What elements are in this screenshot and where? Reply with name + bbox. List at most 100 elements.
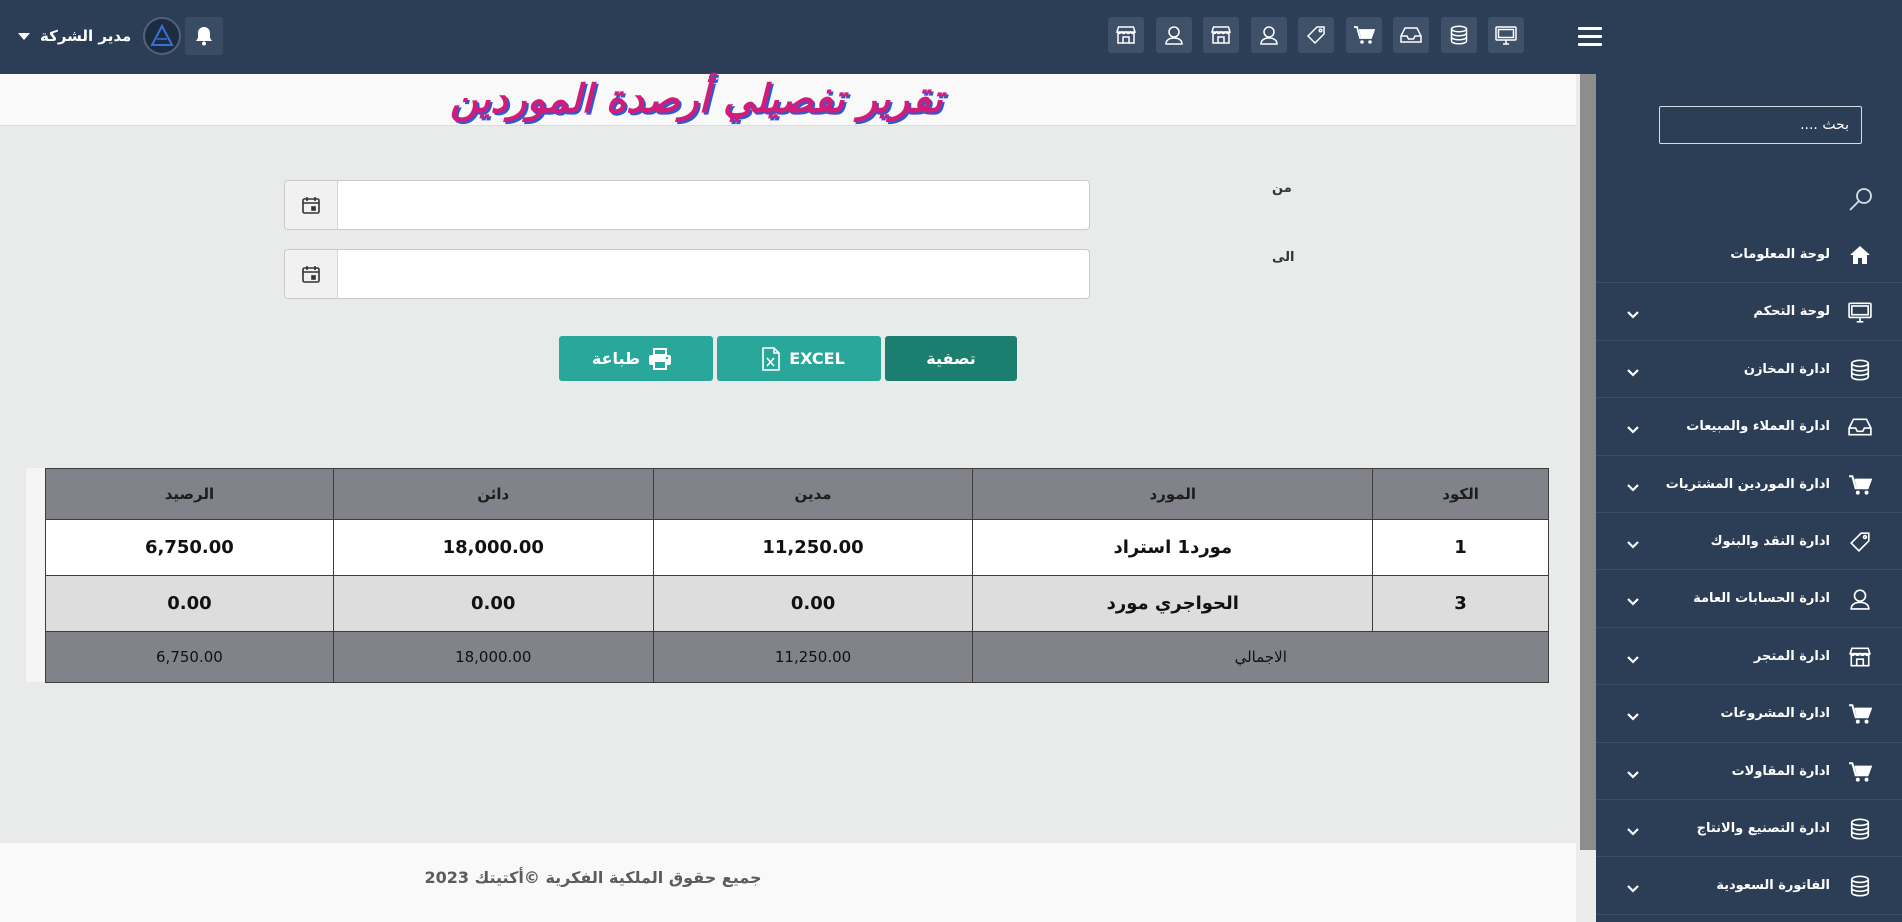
printer-icon [648, 347, 672, 370]
store-icon[interactable] [1108, 17, 1144, 53]
sidebar-item-cash-banks[interactable]: ادارة النقد والبنوك [1596, 513, 1902, 571]
sidebar-item-projects[interactable]: ادارة المشروعات [1596, 685, 1902, 743]
sidebar-item-warehouses[interactable]: ادارة المخازن [1596, 341, 1902, 399]
excel-file-icon [761, 346, 781, 371]
chevron-down-icon [1626, 592, 1640, 611]
database-icon [1848, 874, 1872, 898]
sidebar-item-label: ادارة الحسابات العامة [1693, 591, 1830, 607]
sidebar-item-label: ادارة التصنيع والانتاج [1696, 820, 1830, 836]
cart-icon [1848, 702, 1872, 726]
column-header-credit: دائن [332, 468, 654, 520]
database-icon [1848, 358, 1872, 382]
chevron-down-icon [1626, 707, 1640, 726]
home-icon [1848, 243, 1872, 267]
total-label: الاجمالي [972, 631, 1549, 683]
page-title: تقرير تفصيلي أرصدة الموردين [450, 77, 943, 122]
user-icon[interactable] [1250, 17, 1287, 53]
suppliers-balance-table: الكود المورد مدين دائن الرصيد 1 مورد1 اس… [45, 468, 1549, 683]
sidebar-item-label: ادارة العملاء والمبيعات [1686, 419, 1830, 435]
sidebar-item-customers-sales[interactable]: ادارة العملاء والمبيعات [1596, 398, 1902, 456]
from-date-field[interactable] [284, 180, 1090, 230]
sidebar-item-dashboard[interactable]: لوحة المعلومات [1596, 226, 1902, 284]
sidebar-item-label: ادارة المتجر [1753, 648, 1830, 664]
sidebar-item-manufacturing[interactable]: ادارة التصنيع والانتاج [1596, 800, 1902, 858]
sidebar-item-label: ادارة الموردين المشتريات [1665, 476, 1830, 492]
scrollbar-thumb[interactable] [1580, 74, 1596, 850]
monitor-icon[interactable] [1488, 17, 1524, 53]
cell-credit: 0.00 [332, 575, 654, 632]
cell-supplier: الحواجري مورد [972, 575, 1374, 632]
sidebar-item-label: ادارة المشروعات [1720, 706, 1830, 722]
store-icon[interactable] [1203, 17, 1239, 53]
sidebar-item-saudi-invoice[interactable]: الفاتورة السعودية [1596, 857, 1902, 915]
inbox-icon [1848, 415, 1872, 439]
top-navbar: مدير الشركة [0, 0, 1902, 74]
toolbar-shortcuts [1108, 17, 1536, 53]
store-icon [1848, 645, 1872, 669]
chevron-down-icon [1626, 305, 1640, 324]
cell-code: 3 [1372, 575, 1549, 632]
database-icon[interactable] [1440, 17, 1477, 53]
filter-button[interactable]: تصفية [885, 336, 1017, 381]
scrollbar[interactable] [1576, 74, 1596, 922]
calendar-icon[interactable] [285, 250, 338, 298]
total-credit: 18,000.00 [332, 631, 654, 683]
inbox-icon[interactable] [1393, 17, 1429, 53]
table-row[interactable]: 1 مورد1 استراد 11,250.00 18,000.00 6,750… [45, 519, 1549, 576]
sidebar-item-control-panel[interactable]: لوحة التحكم [1596, 283, 1902, 341]
total-debit: 11,250.00 [652, 631, 974, 683]
user-menu[interactable]: مدير الشركة [18, 16, 224, 56]
sidebar: بحث .... لوحة المعلومات لوحة التحكم ادار… [1596, 74, 1902, 922]
bell-icon[interactable] [185, 17, 224, 55]
avatar[interactable] [143, 17, 182, 55]
sidebar-menu: لوحة المعلومات لوحة التحكم ادارة المخازن… [1596, 226, 1902, 915]
sidebar-search-input[interactable]: بحث .... [1659, 106, 1862, 144]
filter-button-label: تصفية [926, 349, 976, 368]
excel-button-label: EXCEL [789, 349, 845, 368]
user-icon[interactable] [1155, 17, 1192, 53]
column-header-balance: الرصيد [45, 468, 334, 520]
tag-icon[interactable] [1298, 17, 1334, 53]
sidebar-item-contracting[interactable]: ادارة المقاولات [1596, 743, 1902, 800]
sidebar-item-store[interactable]: ادارة المتجر [1596, 628, 1902, 686]
excel-button[interactable]: EXCEL [717, 336, 881, 381]
chevron-down-icon [1626, 535, 1640, 554]
print-button[interactable]: طباعة [559, 336, 713, 381]
calendar-icon[interactable] [285, 181, 338, 229]
chevron-down-icon [1626, 765, 1640, 784]
footer-copyright: جميع حقوق الملكية الفكرية ©أكتيتك 2023 [0, 868, 1576, 887]
cart-icon [1848, 473, 1872, 497]
column-header-supplier: المورد [972, 468, 1374, 520]
chevron-down-icon [1626, 879, 1640, 898]
sidebar-item-general-accounts[interactable]: ادارة الحسابات العامة [1596, 570, 1902, 628]
search-icon[interactable] [1848, 186, 1874, 216]
cell-supplier: مورد1 استراد [972, 519, 1374, 576]
user-icon [1848, 587, 1872, 611]
cart-icon [1848, 760, 1872, 784]
chevron-down-icon [1626, 478, 1640, 497]
cart-icon[interactable] [1345, 17, 1382, 53]
to-label: الى [1272, 250, 1295, 265]
sidebar-item-label: ادارة المخازن [1743, 361, 1830, 377]
table-total-row: الاجمالي 11,250.00 18,000.00 6,750.00 [45, 631, 1549, 683]
cell-balance: 0.00 [45, 575, 334, 632]
cell-debit: 11,250.00 [652, 519, 974, 576]
caret-down-icon[interactable] [18, 32, 30, 40]
tag-icon [1848, 530, 1872, 554]
sidebar-item-label: ادارة المقاولات [1731, 763, 1830, 779]
to-date-field[interactable] [284, 249, 1090, 299]
sidebar-item-suppliers-purchases[interactable]: ادارة الموردين المشتريات [1596, 456, 1902, 513]
cell-code: 1 [1372, 519, 1549, 576]
sidebar-item-label: الفاتورة السعودية [1716, 878, 1830, 894]
print-button-label: طباعة [591, 349, 641, 368]
user-name[interactable]: مدير الشركة [40, 27, 131, 45]
chevron-down-icon [1626, 420, 1640, 439]
sidebar-item-label: ادارة النقد والبنوك [1710, 533, 1830, 549]
monitor-icon [1848, 300, 1872, 324]
chevron-down-icon [1626, 363, 1640, 382]
sidebar-item-label: لوحة المعلومات [1730, 247, 1830, 262]
table-row[interactable]: 3 الحواجري مورد 0.00 0.00 0.00 [45, 575, 1549, 632]
chevron-down-icon [1626, 822, 1640, 841]
hamburger-menu-icon[interactable] [1578, 27, 1602, 47]
table-header-row: الكود المورد مدين دائن الرصيد [45, 468, 1549, 520]
